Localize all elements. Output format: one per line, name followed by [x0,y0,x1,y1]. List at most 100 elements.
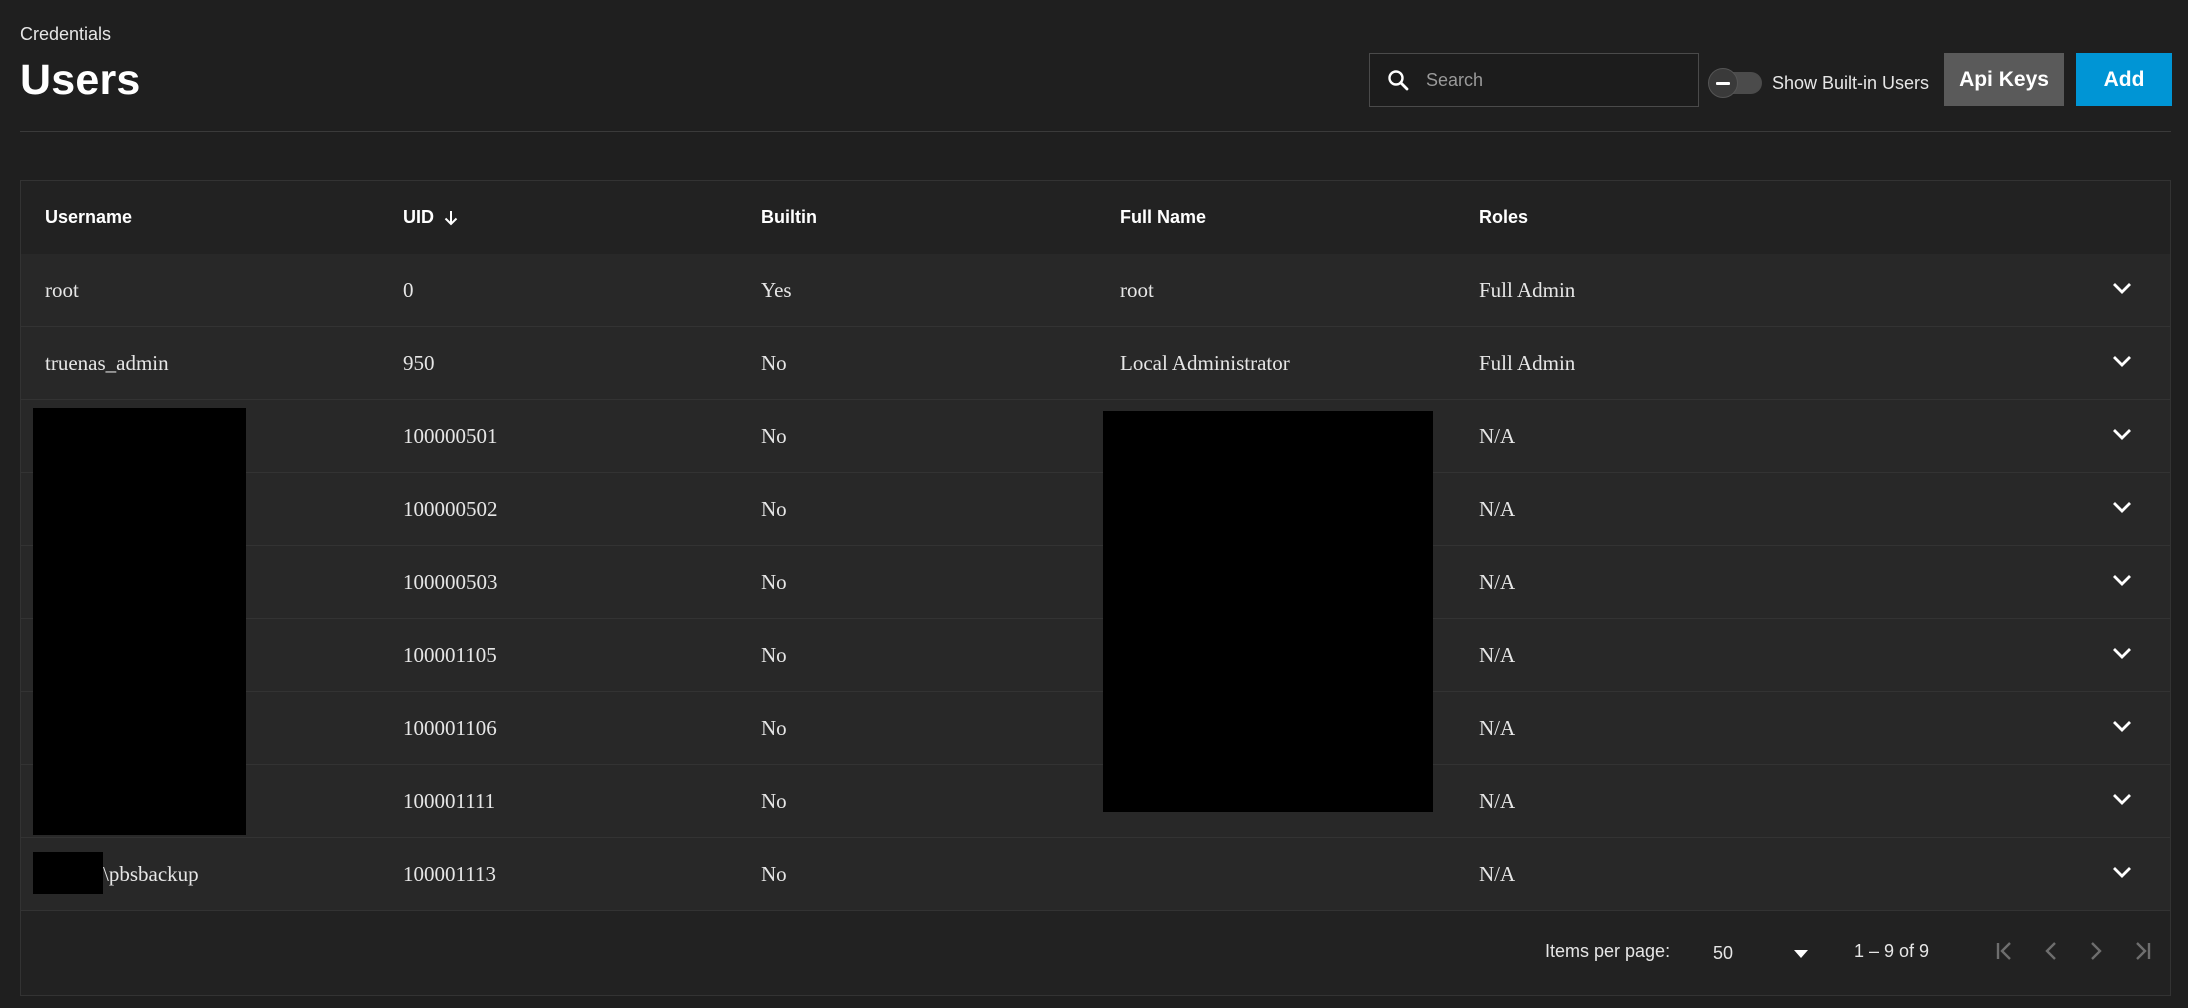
expand-row-button[interactable] [2104,564,2140,600]
cell-roles: N/A [1479,642,1516,667]
table-row[interactable]: 100001111 No N/A [21,765,2170,838]
column-header-label: Username [45,207,133,227]
dropdown-arrow-icon [1792,947,1810,965]
cell-builtin: No [761,496,787,521]
cell-uid: 100000503 [403,569,498,594]
chevron-down-icon [2111,792,2133,811]
cell-roles: N/A [1479,861,1516,886]
expand-row-button[interactable] [2104,272,2140,308]
header-divider [20,131,2171,132]
table-row[interactable]: 100001106 No N/A [21,692,2170,765]
expand-row-button[interactable] [2104,710,2140,746]
column-header-uid[interactable]: UID [403,181,460,254]
column-header-username[interactable]: Username [45,181,132,254]
table-row[interactable]: \pbsbackup 100001113 No N/A [21,838,2170,911]
cell-roles: N/A [1479,569,1516,594]
cell-builtin: No [761,788,787,813]
toggle-knob[interactable] [1708,68,1738,98]
cell-uid: 100001113 [403,861,496,886]
chevron-down-icon [2111,865,2133,884]
toggle-off-icon [1716,81,1730,85]
cell-roles: N/A [1479,715,1516,740]
table-row[interactable]: 100000502 No N/A [21,473,2170,546]
cell-builtin: No [761,861,787,886]
cell-uid: 100001111 [403,788,496,813]
cell-builtin: No [761,715,787,740]
redacted-block [33,408,246,835]
column-header-label: Roles [1479,207,1529,227]
cell-uid: 100001105 [403,642,497,667]
paginator: Items per page: 50 1 – 9 of 9 [21,911,2170,995]
search-box[interactable] [1369,53,1699,107]
cell-builtin: No [761,350,787,375]
cell-roles: N/A [1479,788,1516,813]
chevron-down-icon [2111,281,2133,300]
table-row[interactable]: 100001105 No N/A [21,619,2170,692]
search-input[interactable] [1424,53,1698,107]
chevron-down-icon [2111,719,2133,738]
items-per-page-select[interactable]: 50 [1693,933,1818,973]
next-page-button[interactable] [2076,933,2116,973]
table-row[interactable]: root 0 Yes root Full Admin [21,254,2170,327]
search-icon [1384,66,1412,94]
page-title: Users [20,56,141,104]
table-header: Username UID Builtin Full Name Roles [21,181,2170,255]
toggle-track[interactable] [1708,68,1762,98]
cell-uid: 100000502 [403,496,498,521]
show-builtin-users-label[interactable]: Show Built-in Users [1772,73,1929,94]
expand-row-button[interactable] [2104,491,2140,527]
items-per-page-label: Items per page: [1545,941,1671,961]
cell-uid: 950 [403,350,435,375]
cell-builtin: No [761,642,787,667]
column-header-full-name[interactable]: Full Name [1120,181,1206,254]
table-row[interactable]: 100000503 No N/A [21,546,2170,619]
items-per-page-value: 50 [1713,942,1734,963]
redacted-block [1103,411,1433,812]
cell-username: \pbsbackup [103,861,199,886]
breadcrumb[interactable]: Credentials [20,24,111,45]
chevron-down-icon [2111,427,2133,446]
cell-roles: Full Admin [1479,277,1576,302]
cell-username: truenas_admin [45,350,169,375]
chevron-left-icon [2041,939,2061,968]
cell-uid: 100000501 [403,423,498,448]
cell-full-name: root [1120,277,1154,302]
redacted-block [33,852,103,894]
cell-builtin: No [761,569,787,594]
column-header-label: Full Name [1120,207,1207,227]
expand-row-button[interactable] [2104,637,2140,673]
expand-row-button[interactable] [2104,783,2140,819]
column-header-roles[interactable]: Roles [1479,181,1528,254]
last-page-icon [2128,939,2154,968]
users-table: Username UID Builtin Full Name Roles roo… [20,180,2171,996]
cell-uid: 100001106 [403,715,497,740]
add-user-button[interactable]: Add [2076,53,2172,106]
previous-page-button[interactable] [2031,933,2071,973]
table-row[interactable]: 100000501 No N/A [21,400,2170,473]
chevron-down-icon [2111,500,2133,519]
users-page: Credentials Users Show Built-in Users Ap… [0,0,2188,1008]
column-header-label: UID [403,207,434,227]
cell-uid: 0 [403,277,414,302]
show-builtin-users-toggle[interactable]: Show Built-in Users [1708,68,1929,98]
cell-roles: Full Admin [1479,350,1576,375]
table-row[interactable]: truenas_admin 950 No Local Administrator Ful… [21,327,2170,400]
chevron-right-icon [2086,939,2106,968]
first-page-icon [1993,939,2019,968]
last-page-button[interactable] [2121,933,2161,973]
cell-builtin: Yes [761,277,792,302]
api-keys-button[interactable]: Api Keys [1944,53,2064,106]
column-header-label: Builtin [761,207,817,227]
cell-username: root [45,277,79,302]
page-range-label: 1 – 9 of 9 [1854,941,1930,961]
chevron-down-icon [2111,646,2133,665]
first-page-button[interactable] [1986,933,2026,973]
chevron-down-icon [2111,573,2133,592]
expand-row-button[interactable] [2104,418,2140,454]
cell-builtin: No [761,423,787,448]
column-header-builtin[interactable]: Builtin [761,181,817,254]
cell-roles: N/A [1479,423,1516,448]
expand-row-button[interactable] [2104,345,2140,381]
arrow-down-icon [442,209,460,227]
expand-row-button[interactable] [2104,856,2140,892]
